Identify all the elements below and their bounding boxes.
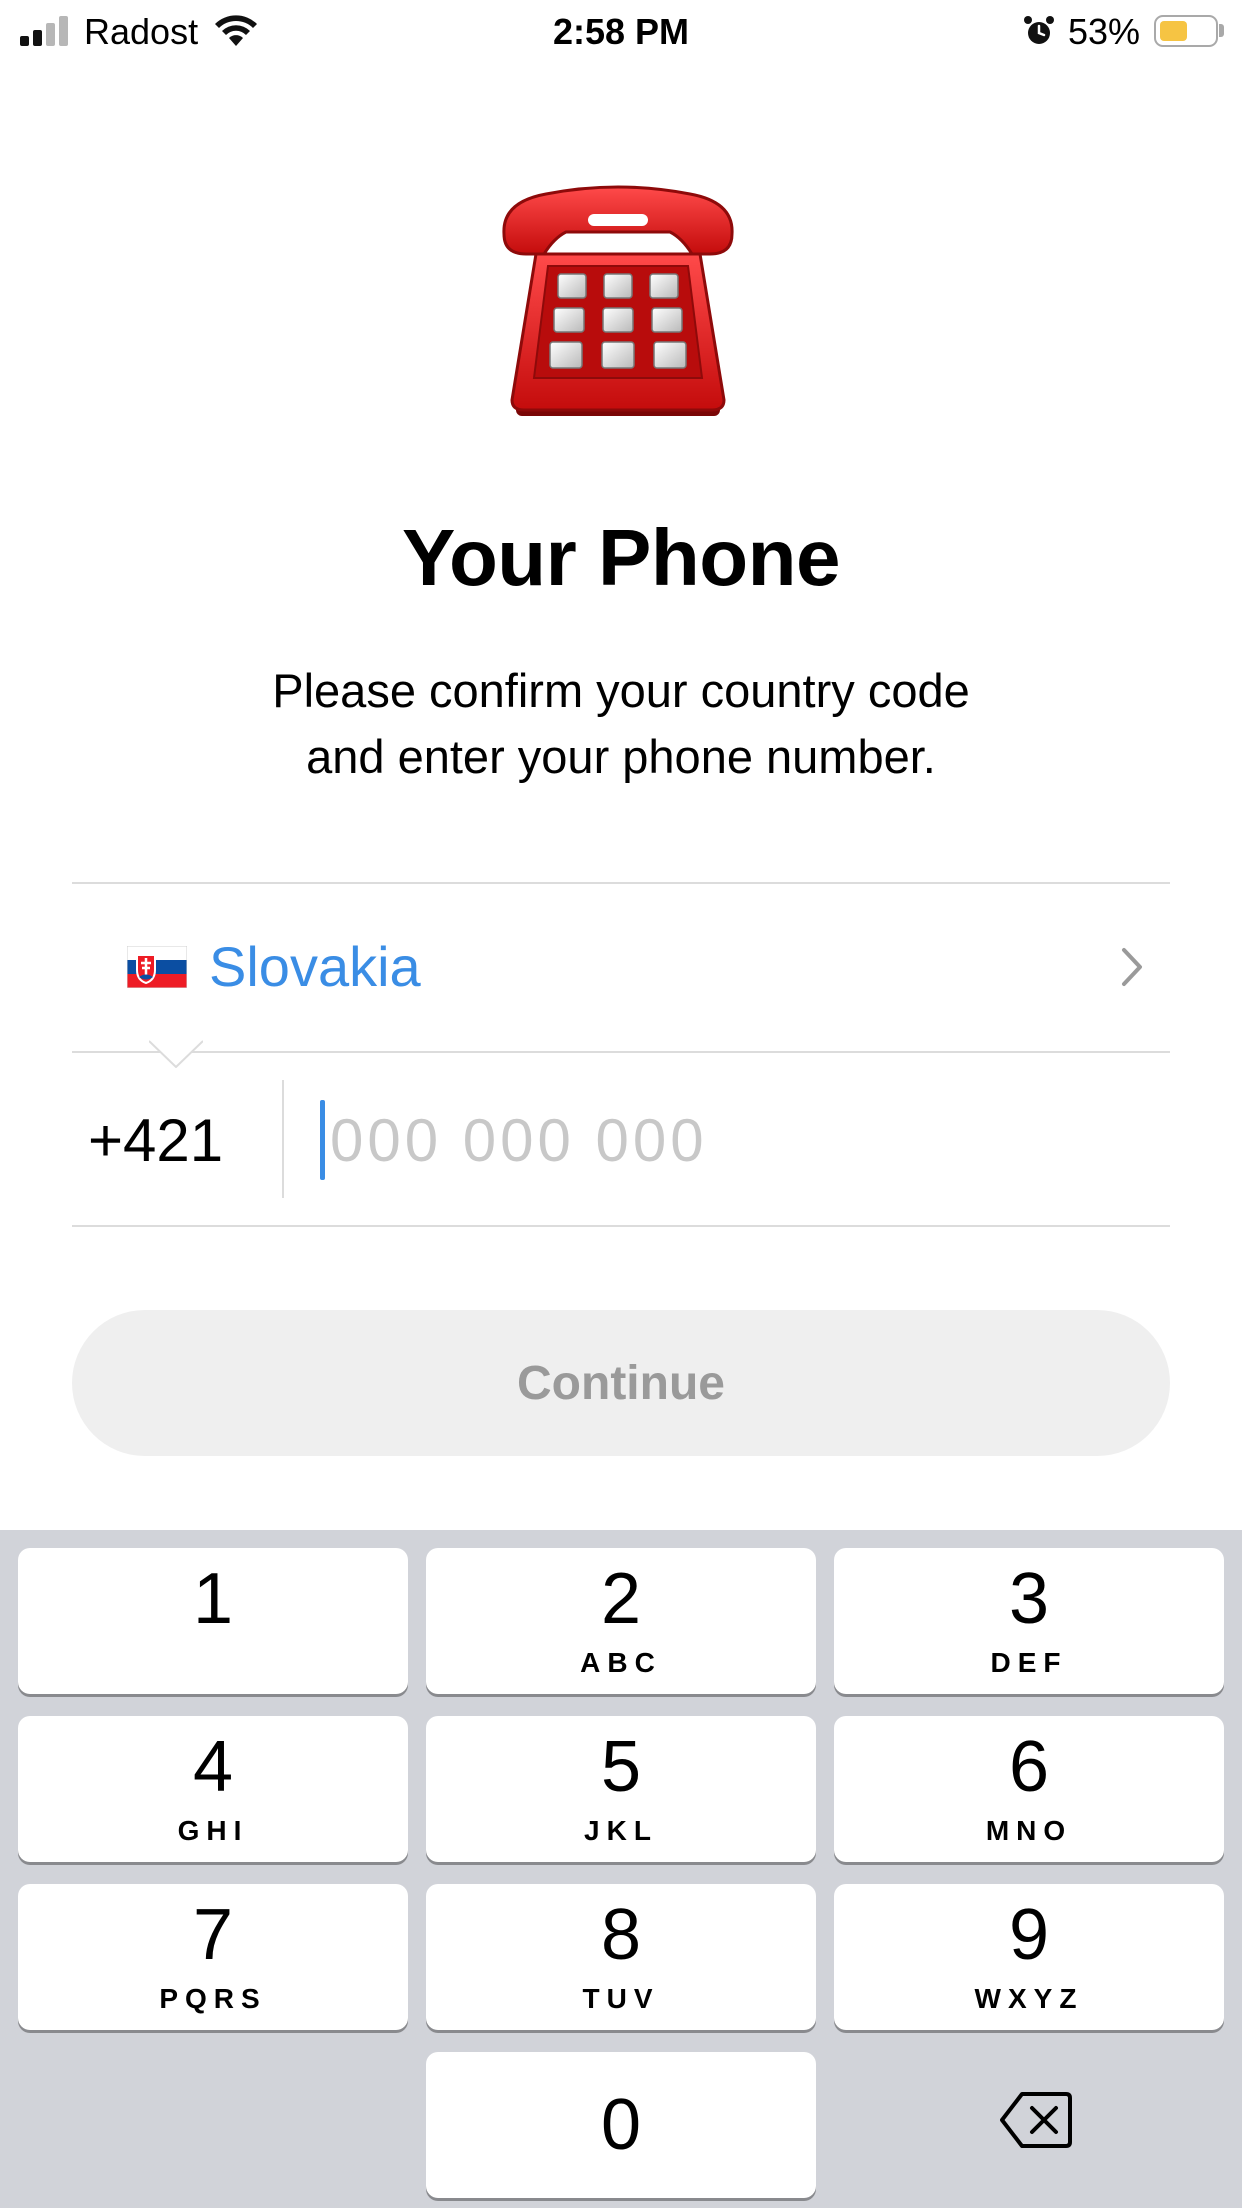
continue-button[interactable]: Continue xyxy=(72,1310,1170,1456)
page-subtitle: Please confirm your country code and ent… xyxy=(0,658,1242,790)
key-letters: DEF xyxy=(990,1647,1068,1678)
key-letters: WXYZ xyxy=(974,1983,1084,2014)
key-letters: PQRS xyxy=(159,1983,267,2014)
alarm-icon xyxy=(1024,16,1054,44)
divider-bottom xyxy=(72,1225,1170,1227)
page-title: Your Phone xyxy=(402,513,840,602)
key-6[interactable]: 6 MNO xyxy=(834,1716,1224,1862)
key-2[interactable]: 2 ABC xyxy=(426,1548,816,1694)
country-selector[interactable]: Slovakia xyxy=(72,884,1170,1052)
subtitle-line-2: and enter your phone number. xyxy=(306,730,936,783)
key-digit: 0 xyxy=(600,2085,642,2165)
code-separator xyxy=(282,1080,284,1198)
key-letters: MNO xyxy=(985,1815,1073,1846)
key-digit: 6 xyxy=(1008,1727,1050,1807)
slovakia-flag-icon xyxy=(127,946,187,988)
key-0[interactable]: 0 xyxy=(426,2052,816,2198)
chevron-right-icon xyxy=(1122,948,1142,986)
key-digit: 7 xyxy=(192,1895,234,1975)
key-8[interactable]: 8 TUV xyxy=(426,1884,816,2030)
key-3[interactable]: 3 DEF xyxy=(834,1548,1224,1694)
phone-number-input[interactable] xyxy=(318,1098,1150,1182)
key-4[interactable]: 4 GHI xyxy=(18,1716,408,1862)
key-digit: 8 xyxy=(600,1895,642,1975)
key-letters: GHI xyxy=(177,1815,249,1846)
key-1[interactable]: 1 xyxy=(18,1548,408,1694)
subtitle-line-1: Please confirm your country code xyxy=(272,664,970,717)
key-letters: TUV xyxy=(582,1983,660,2014)
key-digit: 1 xyxy=(192,1559,234,1639)
key-7[interactable]: 7 PQRS xyxy=(18,1884,408,2030)
key-5[interactable]: 5 JKL xyxy=(426,1716,816,1862)
country-name: Slovakia xyxy=(209,935,421,998)
key-digit: 2 xyxy=(600,1559,642,1639)
key-digit: 3 xyxy=(1008,1559,1050,1639)
continue-label: Continue xyxy=(517,1356,725,1410)
battery-level xyxy=(1160,21,1187,41)
key-letters: ABC xyxy=(580,1647,662,1678)
backspace-icon[interactable] xyxy=(1000,2090,1072,2150)
key-digit: 4 xyxy=(192,1727,234,1807)
battery-icon xyxy=(1154,15,1218,47)
country-code[interactable]: +421 xyxy=(88,1106,223,1176)
red-telephone-icon xyxy=(502,185,734,416)
battery-tip xyxy=(1219,24,1224,37)
text-caret xyxy=(320,1100,325,1180)
status-bar: Radost 2:58 PM 53% xyxy=(0,0,1242,64)
key-letters: JKL xyxy=(584,1815,658,1846)
battery-percent: 53% xyxy=(1068,11,1141,52)
phone-number-row: +421 xyxy=(72,1052,1170,1226)
key-digit: 9 xyxy=(1008,1895,1050,1975)
key-9[interactable]: 9 WXYZ xyxy=(834,1884,1224,2030)
key-digit: 5 xyxy=(600,1727,642,1807)
